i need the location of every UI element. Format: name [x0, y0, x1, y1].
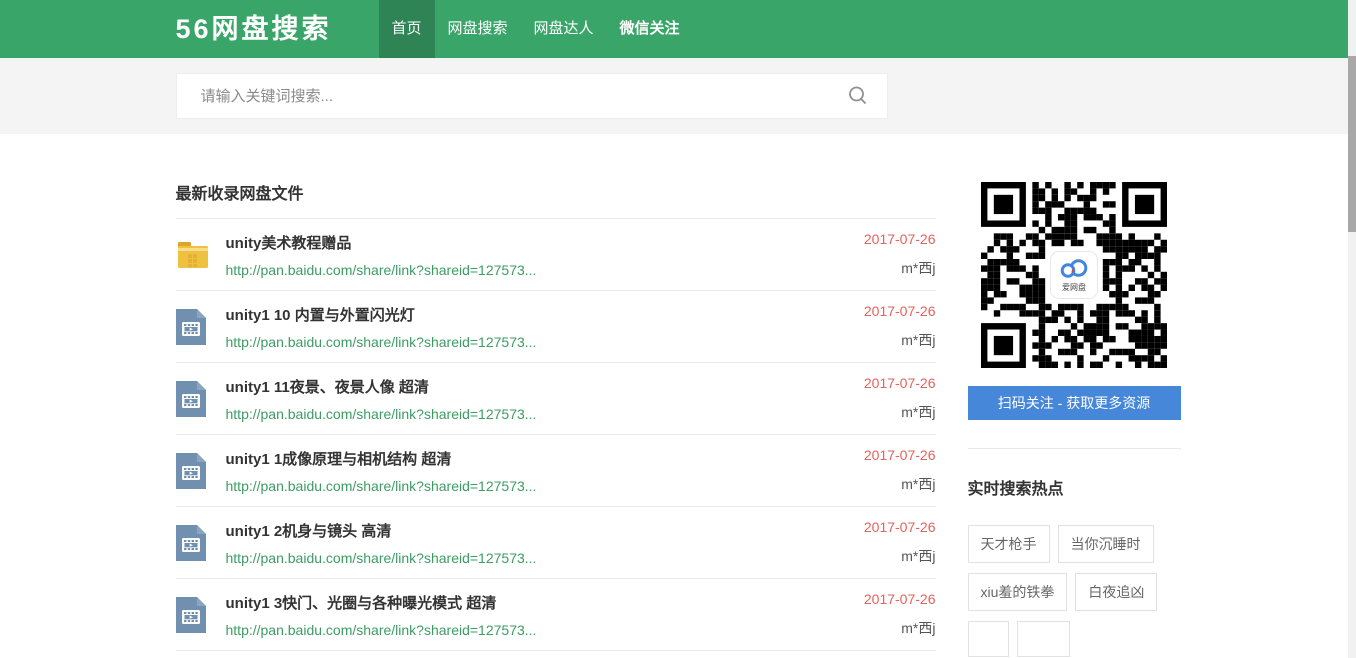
navbar: 56网盘搜索 首页 网盘搜索 网盘达人 微信关注	[0, 0, 1356, 58]
sidebar: 爱网盘 扫码关注 - 获取更多资源 实时搜索热点 天才枪手 当你沉睡时 xiu羞…	[968, 180, 1181, 657]
file-list: unity美术教程赠品 http://pan.baidu.com/share/l…	[176, 218, 936, 651]
hot-tag[interactable]: 白夜追凶	[1075, 573, 1157, 611]
file-title-link[interactable]: unity1 10 内置与外置闪光灯	[226, 304, 537, 325]
sidebar-divider	[968, 448, 1181, 449]
nav-item-wechat-follow[interactable]: 微信关注	[607, 0, 693, 58]
file-row: unity1 2机身与镜头 高清 http://pan.baidu.com/sh…	[176, 507, 936, 579]
video-file-icon	[176, 309, 212, 345]
latest-files-section: 最新收录网盘文件 unity美术教程	[176, 180, 936, 657]
hot-tag-list: 天才枪手 当你沉睡时 xiu羞的铁拳 白夜追凶	[968, 525, 1181, 657]
file-row: unity美术教程赠品 http://pan.baidu.com/share/l…	[176, 219, 936, 291]
search-input[interactable]	[201, 88, 847, 105]
folder-icon	[176, 240, 212, 270]
file-date: 2017-07-26	[864, 447, 936, 463]
qr-logo-label: 爱网盘	[1062, 282, 1086, 293]
file-uploader: m*西j	[901, 402, 935, 422]
file-title-link[interactable]: unity1 2机身与镜头 高清	[226, 520, 537, 541]
section-heading: 最新收录网盘文件	[176, 180, 936, 204]
scrollbar-thumb[interactable]	[1348, 56, 1356, 232]
qr-center-logo: 爱网盘	[1050, 251, 1098, 299]
file-row: unity1 1成像原理与相机结构 超清 http://pan.baidu.co…	[176, 435, 936, 507]
video-file-icon	[176, 525, 212, 561]
hot-search-heading: 实时搜索热点	[968, 475, 1181, 499]
hot-tag[interactable]: xiu羞的铁拳	[968, 573, 1068, 611]
file-uploader: m*西j	[901, 474, 935, 494]
file-url-link[interactable]: http://pan.baidu.com/share/link?shareid=…	[226, 262, 537, 278]
hot-tag[interactable]	[1017, 621, 1070, 657]
video-file-icon	[176, 453, 212, 489]
file-url-link[interactable]: http://pan.baidu.com/share/link?shareid=…	[226, 622, 537, 638]
file-uploader: m*西j	[901, 258, 935, 278]
file-title-link[interactable]: unity1 3快门、光圈与各种曝光模式 超清	[226, 592, 537, 613]
file-title-link[interactable]: unity1 1成像原理与相机结构 超清	[226, 448, 537, 469]
main-nav: 首页 网盘搜索 网盘达人 微信关注	[379, 0, 693, 58]
file-uploader: m*西j	[901, 546, 935, 566]
video-file-icon	[176, 381, 212, 417]
file-date: 2017-07-26	[864, 231, 936, 247]
nav-item-pan-experts[interactable]: 网盘达人	[521, 0, 607, 58]
search-box	[176, 73, 888, 119]
file-date: 2017-07-26	[864, 591, 936, 607]
nav-item-pan-search[interactable]: 网盘搜索	[435, 0, 521, 58]
site-logo[interactable]: 56网盘搜索	[176, 0, 379, 58]
file-row: unity1 3快门、光圈与各种曝光模式 超清 http://pan.baidu…	[176, 579, 936, 651]
hot-tag[interactable]: 当你沉睡时	[1058, 525, 1154, 563]
file-uploader: m*西j	[901, 330, 935, 350]
file-url-link[interactable]: http://pan.baidu.com/share/link?shareid=…	[226, 334, 537, 350]
file-row: unity1 10 内置与外置闪光灯 http://pan.baidu.com/…	[176, 291, 936, 363]
file-url-link[interactable]: http://pan.baidu.com/share/link?shareid=…	[226, 550, 537, 566]
file-uploader: m*西j	[901, 618, 935, 638]
search-section	[0, 58, 1356, 134]
file-title-link[interactable]: unity1 11夜景、夜景人像 超清	[226, 376, 537, 397]
file-date: 2017-07-26	[864, 375, 936, 391]
hot-tag[interactable]: 天才枪手	[968, 525, 1050, 563]
hot-tag[interactable]	[968, 621, 1009, 657]
file-date: 2017-07-26	[864, 519, 936, 535]
scrollbar[interactable]	[1348, 0, 1356, 658]
file-row: unity1 11夜景、夜景人像 超清 http://pan.baidu.com…	[176, 363, 936, 435]
file-url-link[interactable]: http://pan.baidu.com/share/link?shareid=…	[226, 406, 537, 422]
file-url-link[interactable]: http://pan.baidu.com/share/link?shareid=…	[226, 478, 537, 494]
search-icon[interactable]	[847, 85, 869, 107]
nav-item-home[interactable]: 首页	[379, 0, 435, 58]
qr-code: 爱网盘	[968, 180, 1181, 370]
follow-button[interactable]: 扫码关注 - 获取更多资源	[968, 386, 1181, 420]
cloud-icon	[1059, 258, 1089, 281]
video-file-icon	[176, 597, 212, 633]
file-date: 2017-07-26	[864, 303, 936, 319]
file-title-link[interactable]: unity美术教程赠品	[226, 232, 537, 253]
